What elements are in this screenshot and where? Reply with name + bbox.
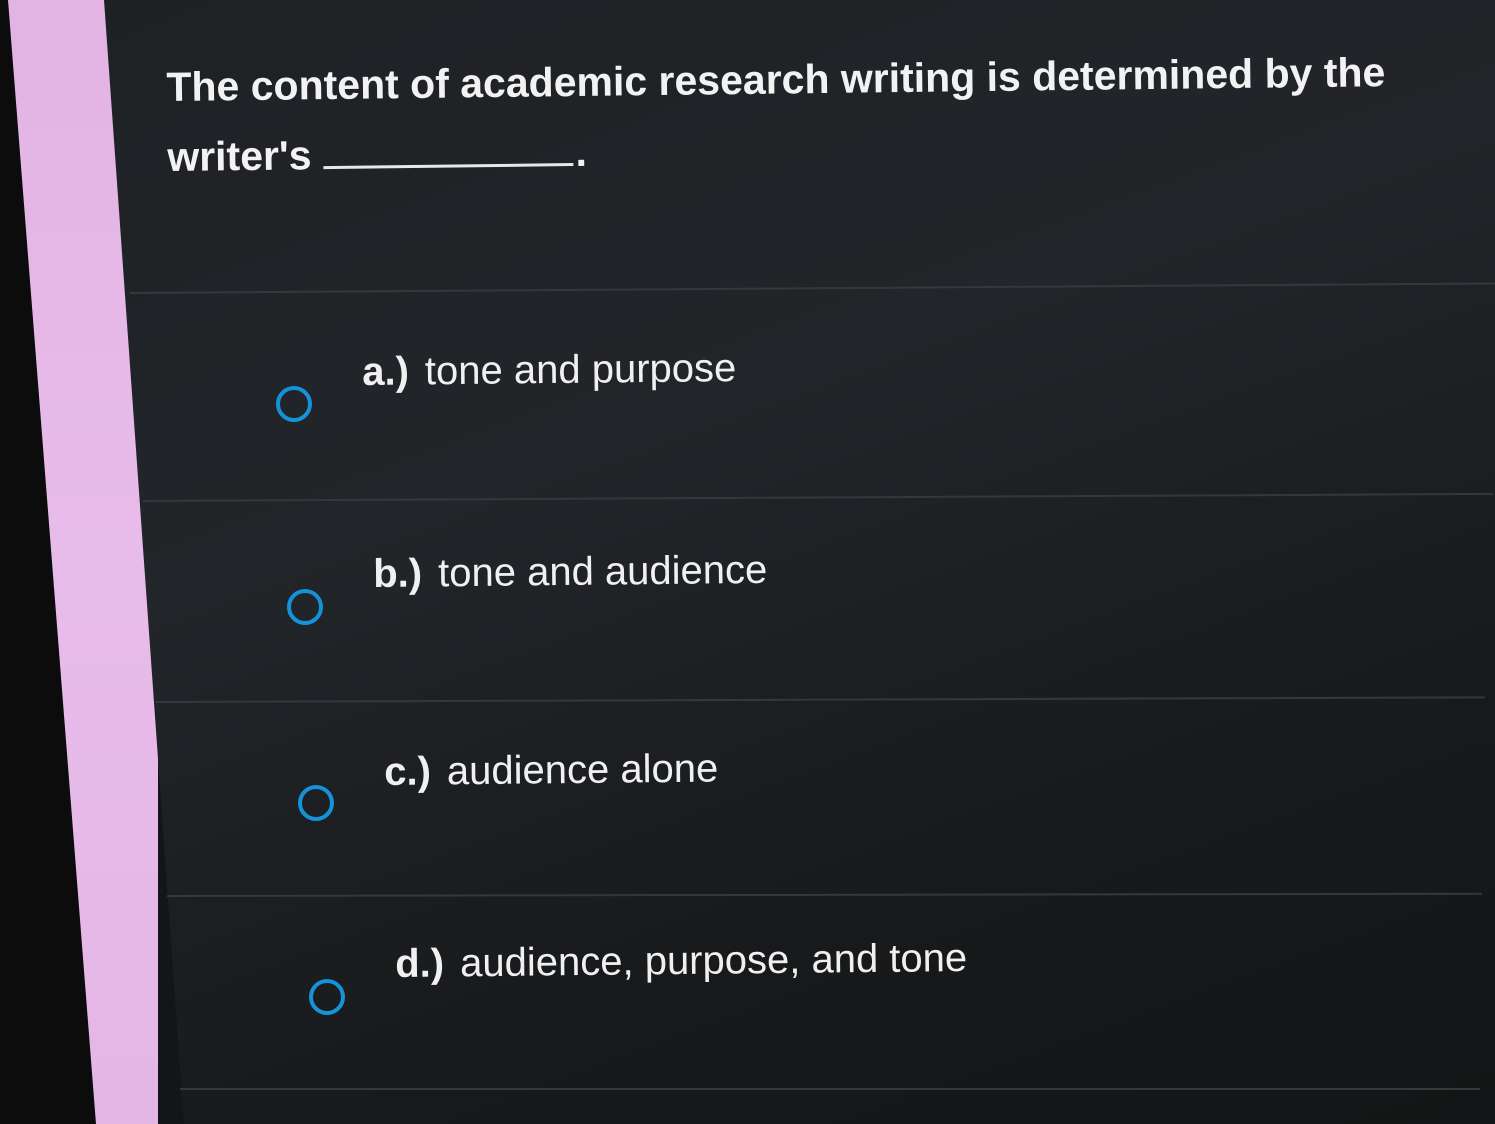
answer-option-a-label: a.) tone and purpose [362,346,737,395]
answer-option-c-label: c.) audience alone [384,747,718,795]
option-letter: d.) [395,941,445,986]
answer-option-d-label: d.) audience, purpose, and tone [395,936,967,987]
question-text: The content of academic research writing… [166,36,1458,192]
option-text: audience alone [446,746,719,794]
answer-option-c[interactable]: c.) audience alone [298,747,1198,840]
option-text: tone and audience [437,547,768,596]
radio-button-unselected-icon[interactable] [309,979,345,1015]
answer-option-d[interactable]: d.) audience, purpose, and tone [309,936,1209,1032]
question-line-2-suffix: . [575,128,588,176]
answer-option-a[interactable]: a.) tone and purpose [276,346,1176,440]
answer-option-b-label: b.) tone and audience [373,548,768,597]
question-line-2-prefix: writer's [167,132,312,180]
radio-button-unselected-icon[interactable] [298,785,334,821]
question-line-1: The content of academic research writing… [166,49,1386,110]
answer-option-b[interactable]: b.) tone and audience [287,548,1187,642]
option-text: tone and purpose [424,346,737,394]
divider-bottom [180,1088,1480,1090]
answer-blank [323,133,574,170]
option-text: audience, purpose, and tone [459,936,968,986]
radio-button-unselected-icon[interactable] [276,386,312,422]
option-letter: c.) [384,749,432,794]
option-letter: a.) [362,349,410,394]
radio-button-unselected-icon[interactable] [287,589,323,625]
option-letter: b.) [373,551,423,596]
